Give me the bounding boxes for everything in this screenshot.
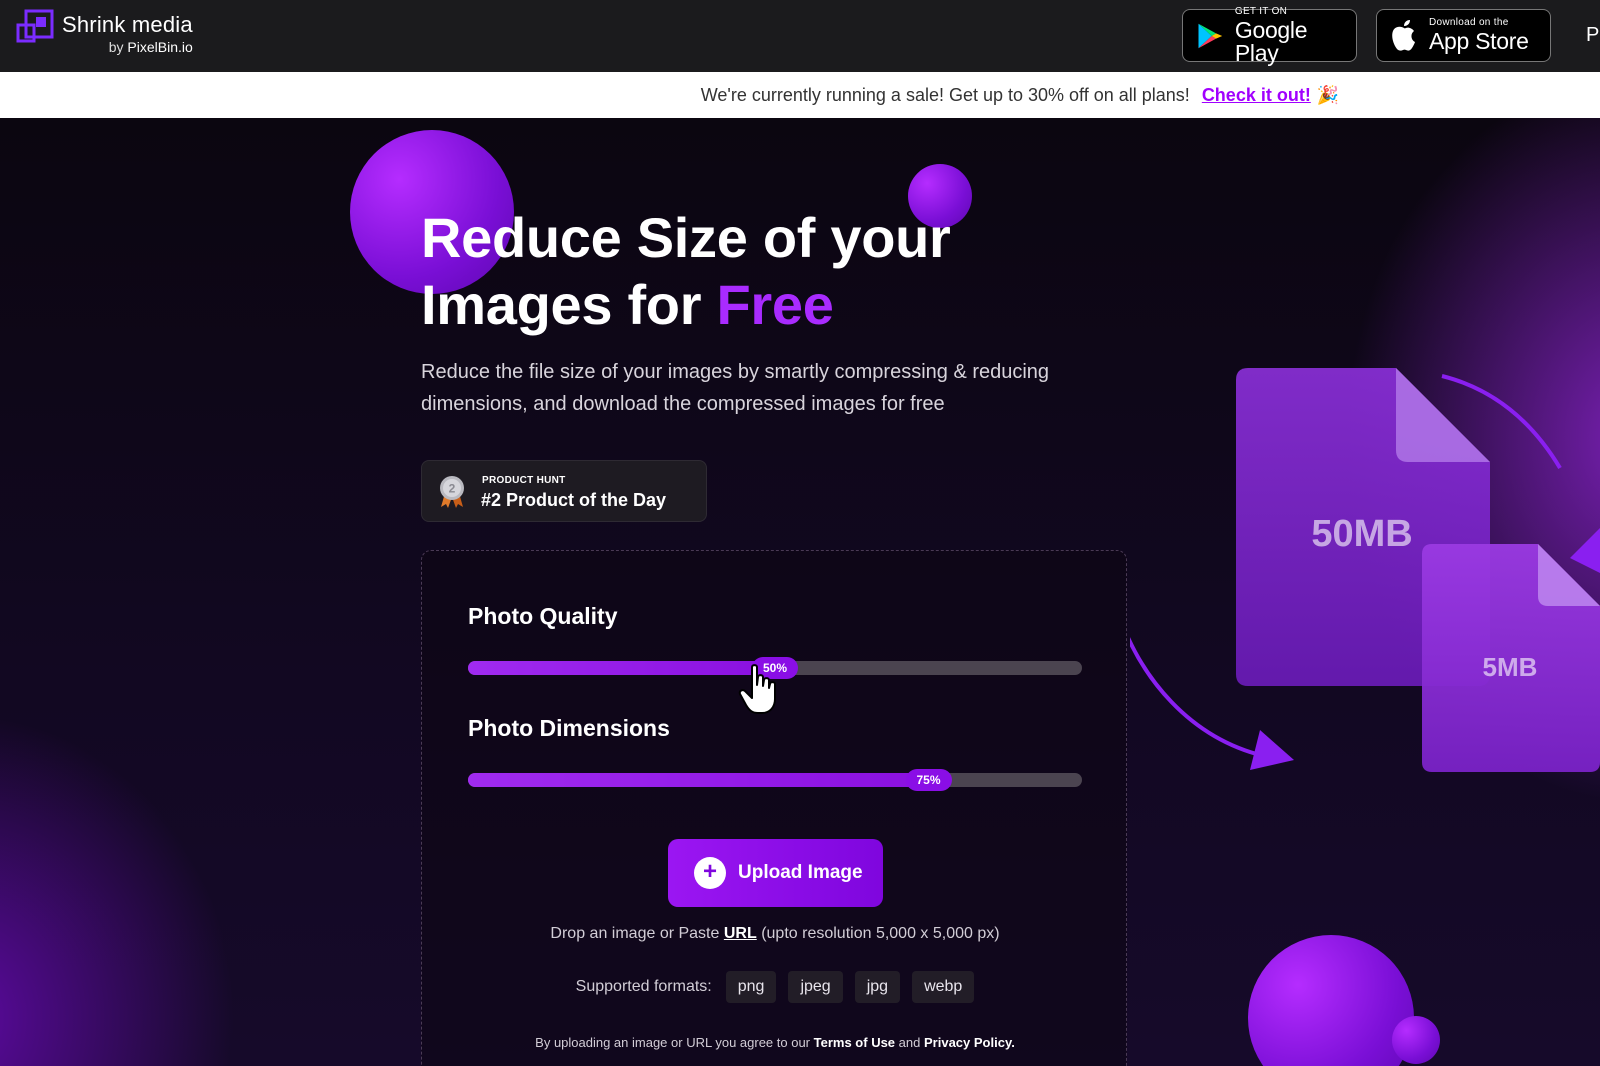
paste-url-link[interactable]: URL <box>724 925 757 942</box>
supported-formats: Supported formats: png jpeg jpg webp <box>422 971 1128 1003</box>
upload-panel[interactable]: Photo Quality 50% Photo Dimensions 75% +… <box>421 550 1127 1066</box>
app-store-button[interactable]: Download on the App Store <box>1376 9 1551 62</box>
plus-icon: + <box>694 857 726 889</box>
terms-prefix: By uploading an image or URL you agree t… <box>535 1035 811 1050</box>
app-store-big-text: App Store <box>1429 28 1529 54</box>
arrow-head-right <box>1570 528 1600 573</box>
google-play-button[interactable]: GET IT ON Google Play <box>1182 5 1357 66</box>
product-hunt-label: PRODUCT HUNT <box>482 475 566 486</box>
supported-formats-label: Supported formats: <box>575 978 712 995</box>
photo-quality-label: Photo Quality <box>468 603 618 629</box>
product-hunt-badge[interactable]: 2 PRODUCT HUNT #2 Product of the Day <box>421 460 707 522</box>
hero-title-line2-prefix: Images for <box>421 273 717 336</box>
drop-hint-suffix: (upto resolution 5,000 x 5,000 px) <box>761 925 1000 942</box>
product-hunt-title: #2 Product of the Day <box>481 490 667 510</box>
upload-image-button[interactable]: + Upload Image <box>668 839 883 907</box>
hand-pointer-cursor-icon <box>738 664 776 714</box>
logo-by: by <box>108 39 124 55</box>
logo-title: Shrink media <box>62 12 193 37</box>
sale-text: We're currently running a sale! Get up t… <box>700 84 1190 105</box>
photo-quality-slider-fill <box>468 661 775 675</box>
format-tag-jpg: jpg <box>854 971 901 1003</box>
upload-image-label: Upload Image <box>738 862 863 883</box>
photo-dimensions-label: Photo Dimensions <box>468 715 670 741</box>
hero-section: Reduce Size of your Images for Free Redu… <box>0 118 1600 1066</box>
medal-rank: 2 <box>449 482 456 496</box>
sale-banner: We're currently running a sale! Get up t… <box>0 72 1600 118</box>
photo-dimensions-slider-thumb[interactable]: 75% <box>905 769 952 791</box>
photo-dimensions-slider[interactable]: 75% <box>468 769 1082 791</box>
google-play-small-text: GET IT ON <box>1234 5 1288 17</box>
party-popper-icon: 🎉 <box>1316 84 1340 105</box>
silver-medal-icon: 2 <box>440 476 464 508</box>
hero-title: Reduce Size of your Images for Free <box>421 204 951 338</box>
format-tag-jpeg: jpeg <box>788 971 843 1003</box>
logo-brand: PixelBin.io <box>127 39 193 55</box>
compression-illustration: 50MB 5MB <box>1130 368 1600 772</box>
apple-icon <box>1392 19 1415 51</box>
app-store-small-text: Download on the <box>1429 17 1509 28</box>
decorative-orb-bottom <box>1248 935 1414 1066</box>
nav-item-truncated[interactable]: P <box>1586 24 1599 47</box>
big-file-size: 50MB <box>1311 513 1412 555</box>
decorative-orb-bottom-small <box>1392 1016 1440 1064</box>
drop-hint-prefix: Drop an image or Paste <box>550 925 720 942</box>
hero-description: Reduce the file size of your images by s… <box>421 361 1050 415</box>
terms-and: and <box>898 1035 921 1050</box>
logo[interactable]: Shrink media by PixelBin.io <box>16 9 193 54</box>
hero-title-line1: Reduce Size of your <box>421 206 951 269</box>
terms-notice: By uploading an image or URL you agree t… <box>422 1035 1128 1050</box>
small-file-size: 5MB <box>1483 652 1538 682</box>
hero-title-line2: Images for Free <box>421 271 951 338</box>
format-tag-png: png <box>725 971 777 1003</box>
logo-subtitle: by PixelBin.io <box>62 40 193 54</box>
top-navigation-bar: Shrink media by PixelBin.io GET IT ON Go… <box>0 0 1600 72</box>
google-play-big-text: Google Play <box>1234 16 1308 66</box>
photo-dimensions-slider-fill <box>468 773 929 787</box>
privacy-policy-link[interactable]: Privacy Policy. <box>924 1035 1015 1050</box>
sale-check-it-out-link[interactable]: Check it out! <box>1202 85 1311 106</box>
format-tag-webp: webp <box>912 971 975 1003</box>
shrink-media-logo-icon <box>16 9 54 43</box>
drop-hint: Drop an image or Paste URL (upto resolut… <box>422 925 1128 943</box>
terms-of-use-link[interactable]: Terms of Use <box>814 1035 895 1050</box>
hero-title-highlight: Free <box>716 273 834 336</box>
google-play-icon <box>1198 23 1223 48</box>
arrow-head-bottom <box>1250 730 1294 770</box>
